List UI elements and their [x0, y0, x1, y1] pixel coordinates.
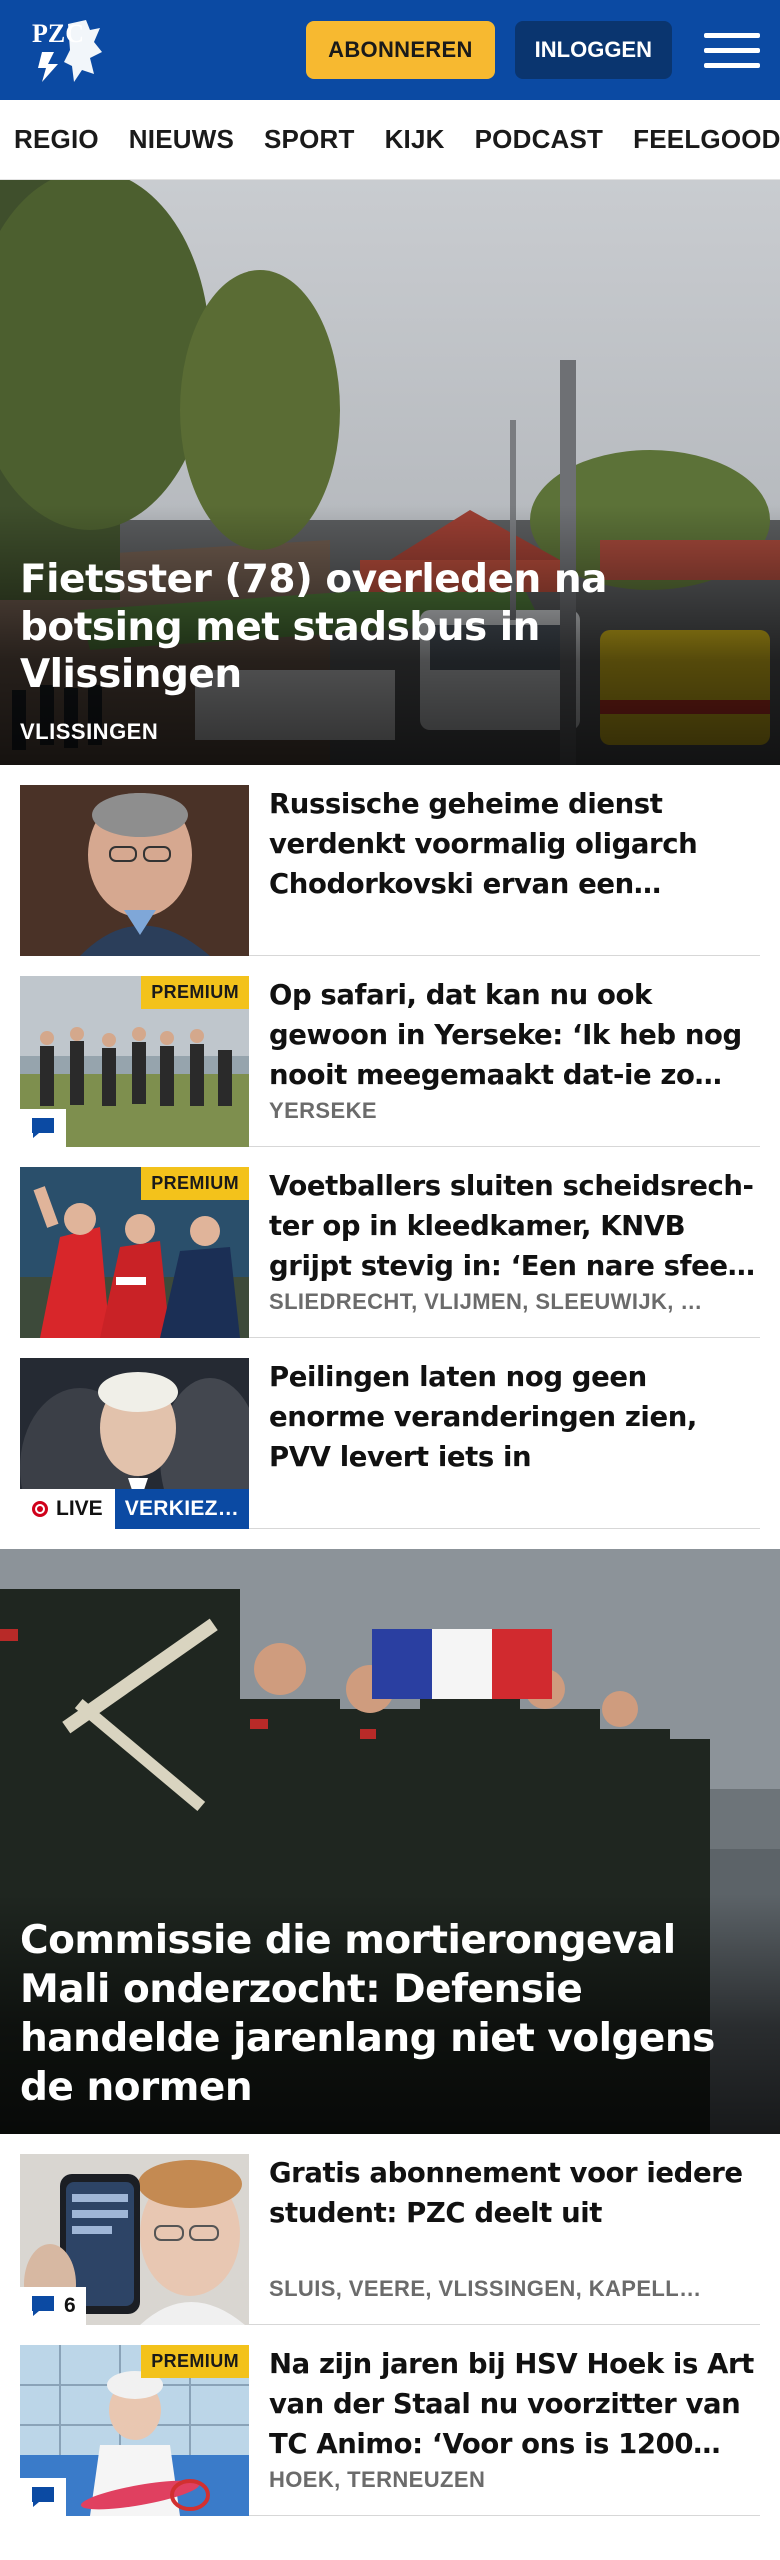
- live-badge: LIVE: [20, 1489, 115, 1529]
- subscribe-button[interactable]: ABONNEREN: [306, 21, 495, 79]
- article-location: SLUIS, VEERE, VLISSINGEN, KAPELL…: [269, 2276, 702, 2301]
- article-title[interactable]: Peilingen laten nog geen enorme verander…: [269, 1358, 760, 1478]
- nav-item-sport[interactable]: SPORT: [264, 124, 355, 155]
- article-thumbnail: 6: [20, 2154, 249, 2325]
- live-topic[interactable]: VERKIEZ…: [114, 1489, 249, 1529]
- premium-badge: PREMIUM: [141, 1167, 249, 1200]
- article-title[interactable]: Gratis abonnement voor iedere student: P…: [269, 2154, 760, 2234]
- comment-icon: [32, 2296, 54, 2316]
- live-bar[interactable]: LIVE VERKIEZ…: [20, 1489, 249, 1529]
- article-thumbnail: [20, 785, 249, 956]
- feature-title[interactable]: Commissie die mortierongeval Mali onderz…: [20, 1916, 750, 2113]
- nav-item-regio[interactable]: REGIO: [14, 124, 99, 155]
- article-thumbnail: PREMIUM: [20, 1167, 249, 1338]
- comment-badge[interactable]: 6: [20, 2287, 86, 2325]
- nav-item-nieuws[interactable]: NIEUWS: [129, 124, 234, 155]
- article-location: SLIEDRECHT, VLIJMEN, SLEEUWIJK, …: [269, 1289, 703, 1314]
- article-thumbnail: PREMIUM: [20, 2345, 249, 2516]
- article-title[interactable]: Op safari, dat kan nu ook gewoon in Yers…: [269, 976, 760, 1096]
- menu-icon[interactable]: [704, 22, 760, 78]
- comment-icon: [32, 2487, 54, 2507]
- article-item[interactable]: PREMIUM Na zijn jaren bij HSV Hoek is Ar…: [20, 2325, 760, 2516]
- article-list-2: 6 Gratis abonnement voor iedere student:…: [0, 2134, 780, 2516]
- premium-badge: PREMIUM: [141, 2345, 249, 2378]
- article-title[interactable]: Voetballers sluiten scheidsrech­ter op i…: [269, 1167, 760, 1287]
- article-item[interactable]: LIVE VERKIEZ… Peilingen laten nog geen e…: [20, 1338, 760, 1529]
- nav-item-kijk[interactable]: KIJK: [385, 124, 445, 155]
- article-thumbnail: PREMIUM: [20, 976, 249, 1147]
- comment-badge[interactable]: [20, 2478, 66, 2516]
- comment-badge[interactable]: [20, 1109, 66, 1147]
- pzc-logo[interactable]: PZC: [28, 12, 110, 88]
- feature-article[interactable]: Commissie die mortierongeval Mali onderz…: [0, 1549, 780, 2134]
- article-list: Russische geheime dienst verdenkt voorma…: [0, 765, 780, 1529]
- nav-item-feelgood[interactable]: FEELGOOD: [633, 124, 780, 155]
- comment-count: 6: [64, 2294, 76, 2317]
- article-item[interactable]: PREMIUM Op safari, dat kan nu ook gewoon…: [20, 956, 760, 1147]
- article-location: YERSEKE: [269, 1098, 377, 1123]
- live-indicator-icon: [32, 1501, 48, 1517]
- article-item[interactable]: PREMIUM Voetballers sluiten scheidsrech­…: [20, 1147, 760, 1338]
- hero-title[interactable]: Fietsster (78) overleden na botsing met …: [20, 556, 756, 699]
- article-thumbnail: LIVE VERKIEZ…: [20, 1358, 249, 1529]
- article-title[interactable]: Russische geheime dienst verdenkt voorma…: [269, 785, 760, 905]
- section-nav: REGIO NIEUWS SPORT KIJK PODCAST FEELGOOD: [0, 100, 780, 180]
- premium-badge: PREMIUM: [141, 976, 249, 1009]
- article-title[interactable]: Na zijn jaren bij HSV Hoek is Art van de…: [269, 2345, 760, 2465]
- site-header: PZC ABONNEREN INLOGGEN: [0, 0, 780, 100]
- article-item[interactable]: Russische geheime dienst verdenkt voorma…: [20, 765, 760, 956]
- article-item[interactable]: 6 Gratis abonnement voor iedere student:…: [20, 2134, 760, 2325]
- comment-icon: [32, 1118, 54, 1138]
- hero-location: VLISSINGEN: [20, 719, 159, 744]
- nav-item-podcast[interactable]: PODCAST: [475, 124, 604, 155]
- article-location: HOEK, TERNEUZEN: [269, 2467, 486, 2492]
- hero-article[interactable]: Fietsster (78) overleden na botsing met …: [0, 180, 780, 765]
- live-label: LIVE: [56, 1497, 103, 1520]
- login-button[interactable]: INLOGGEN: [514, 21, 672, 79]
